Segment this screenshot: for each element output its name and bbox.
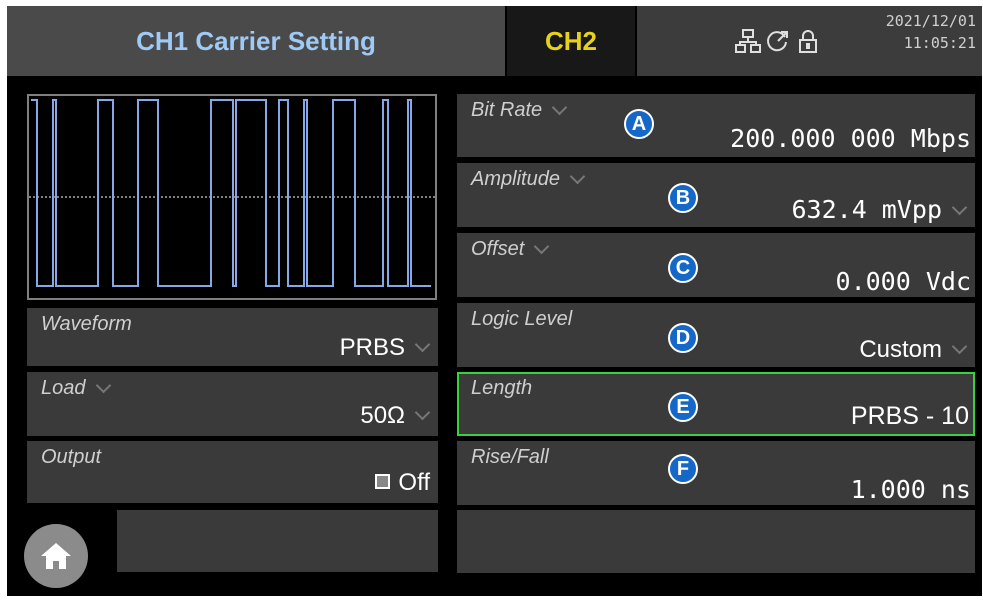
output-label: Output: [41, 446, 102, 468]
bit-rate-chevron-icon: [551, 99, 568, 116]
offset-value: 0.000 Vdc: [835, 267, 971, 296]
amplitude-value-chevron-icon: [951, 199, 968, 215]
waveform-panel[interactable]: Waveform PRBS: [27, 308, 438, 366]
lock-icon: [795, 28, 821, 54]
bit-rate-value: 200.000 000 Mbps: [730, 124, 971, 153]
ch2-tab-label: CH2: [544, 25, 597, 56]
length-label: Length: [471, 377, 533, 399]
empty-panel-right: [457, 510, 975, 573]
rise-fall-value: 1.000 ns: [850, 475, 971, 504]
datetime: 2021/12/01 11:05:21: [886, 10, 976, 54]
logic-level-label: Logic Level: [471, 308, 573, 330]
length-value: PRBS - 10: [850, 402, 969, 430]
waveform-label: Waveform: [41, 313, 132, 335]
waveform-chevron-icon: [414, 336, 431, 353]
badge-e: E: [668, 392, 698, 422]
waveform-preview: [27, 94, 437, 300]
badge-d: D: [668, 323, 698, 353]
badge-f: F: [668, 454, 698, 484]
load-value-chevron-icon: [414, 404, 431, 421]
output-panel[interactable]: Output Off: [27, 441, 438, 503]
home-button[interactable]: [24, 524, 88, 588]
rise-fall-panel[interactable]: Rise/Fall F 1.000 ns: [457, 441, 975, 505]
amplitude-label: Amplitude: [471, 168, 586, 191]
load-chevron-icon: [95, 377, 111, 394]
logic-level-panel[interactable]: Logic Level D Custom: [457, 303, 975, 367]
prbs-waveform-graphic: [29, 99, 435, 287]
load-value: 50Ω: [360, 402, 431, 430]
load-panel[interactable]: Load 50Ω: [27, 372, 438, 436]
page-title: CH1 Carrier Setting: [7, 6, 505, 76]
screen: CH1 Carrier Setting CH2 2021/12/01 11:05…: [7, 6, 982, 596]
home-icon: [41, 543, 71, 569]
clock-rotate-icon: [765, 28, 791, 54]
waveform-value: PRBS: [340, 334, 431, 362]
network-icon: [735, 28, 761, 54]
rise-fall-label: Rise/Fall: [471, 446, 549, 468]
output-toggle[interactable]: Off: [375, 469, 430, 497]
empty-panel-left: [117, 510, 438, 572]
page-title-text: CH1 Carrier Setting: [136, 25, 376, 56]
badge-c: C: [668, 253, 698, 283]
length-panel[interactable]: Length E PRBS - 10: [457, 372, 975, 436]
date-text: 2021/12/01: [885, 12, 976, 30]
bit-rate-panel[interactable]: Bit Rate A 200.000 000 Mbps: [457, 94, 975, 157]
logic-level-chevron-icon: [951, 338, 968, 355]
offset-panel[interactable]: Offset C 0.000 Vdc: [457, 233, 975, 297]
badge-b: B: [668, 183, 698, 213]
offset-label: Offset: [471, 238, 550, 261]
output-checkbox-icon[interactable]: [375, 474, 391, 489]
logic-level-value: Custom: [859, 336, 968, 364]
load-label: Load: [41, 377, 111, 400]
status-bar: 2021/12/01 11:05:21: [637, 6, 982, 76]
offset-chevron-icon: [534, 238, 550, 255]
amplitude-value: 632.4 mVpp: [791, 195, 968, 224]
ch2-tab[interactable]: CH2: [507, 6, 635, 76]
time-text: 11:05:21: [903, 34, 976, 52]
badge-a: A: [624, 109, 654, 139]
bit-rate-label: Bit Rate: [471, 99, 568, 122]
output-value: Off: [398, 469, 430, 496]
amplitude-chevron-icon: [569, 168, 586, 185]
amplitude-panel[interactable]: Amplitude B 632.4 mVpp: [457, 163, 975, 227]
